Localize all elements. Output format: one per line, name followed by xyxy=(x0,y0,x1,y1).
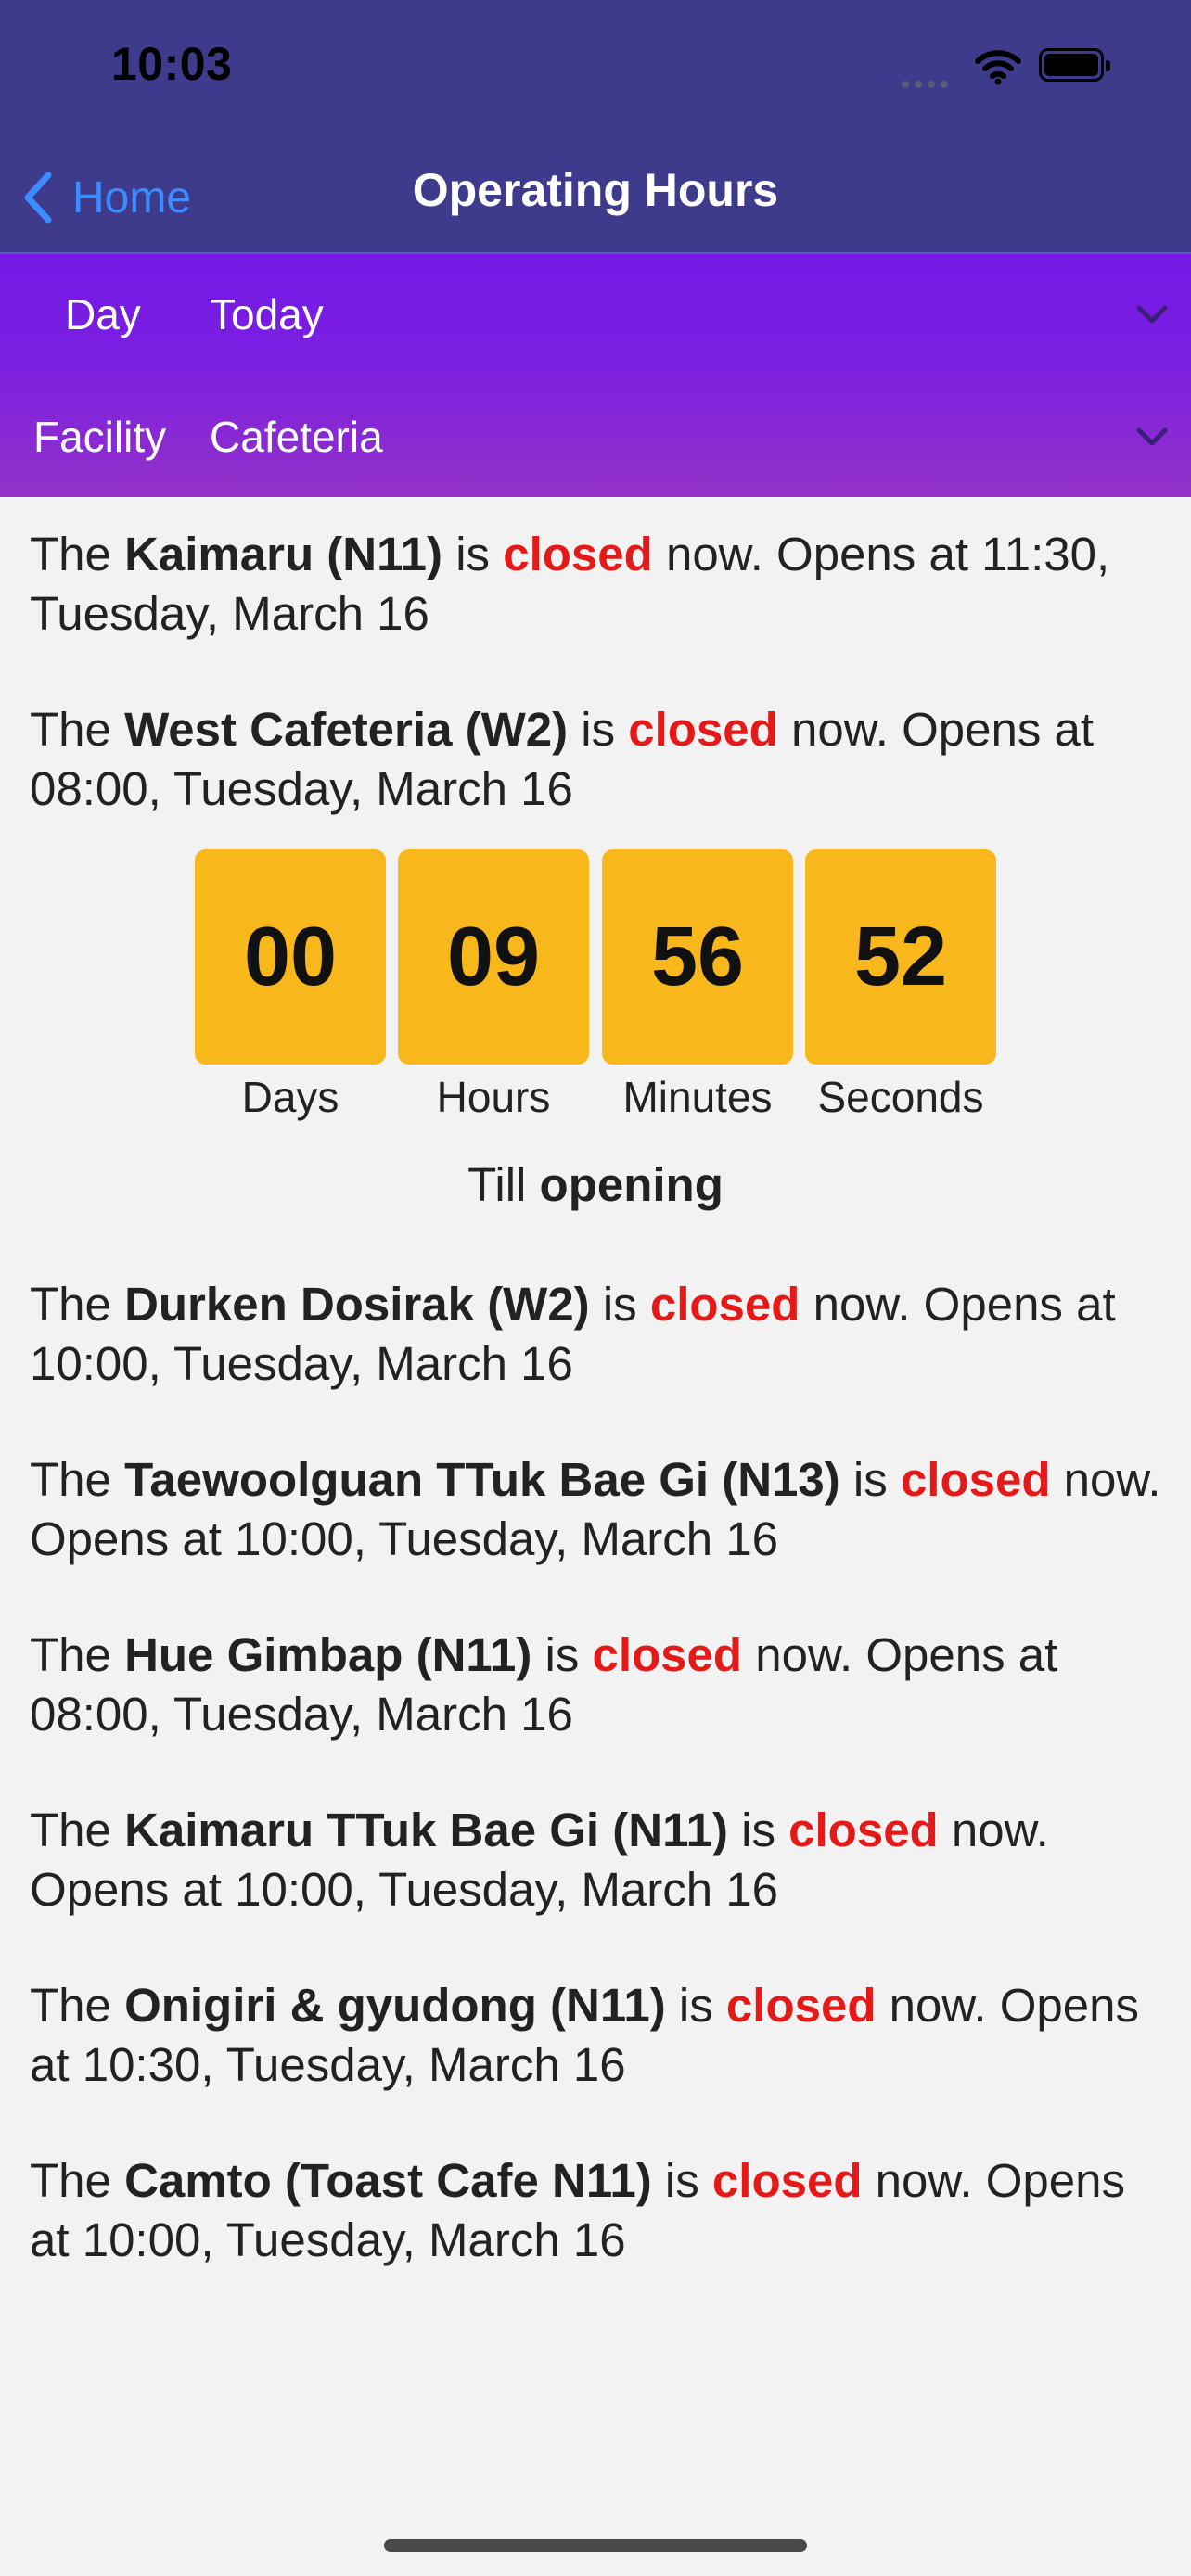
page-title: Operating Hours xyxy=(412,164,779,216)
minutes-label: Minutes xyxy=(622,1073,773,1121)
status-text: closed xyxy=(900,1453,1051,1506)
hours-value: 09 xyxy=(398,849,589,1065)
opening-time: 10:00, Tuesday, March 16 xyxy=(235,1863,779,1916)
facility-name: Onigiri & gyudong (N11) xyxy=(124,1979,666,2032)
status-text: closed xyxy=(711,2154,863,2207)
seconds-value: 52 xyxy=(805,849,996,1065)
chevron-down-icon xyxy=(1136,427,1168,446)
filter-panel: Day Today Facility Cafeteria xyxy=(0,254,1191,497)
day-selector[interactable]: Day Today xyxy=(0,254,1191,375)
list-item: The Kaimaru TTuk Bae Gi (N11) is closed … xyxy=(30,1804,1049,1916)
day-label: Day xyxy=(65,290,141,338)
opening-time: 08:00, Tuesday, March 16 xyxy=(30,762,573,815)
wifi-icon xyxy=(975,50,1021,85)
status-text: closed xyxy=(725,1979,877,2032)
cellular-signal-icon xyxy=(902,76,954,93)
navigation-bar: Home Operating Hours xyxy=(0,139,1191,254)
opening-time: 10:00, Tuesday, March 16 xyxy=(82,2213,626,2266)
status-text: closed xyxy=(788,1804,939,1856)
day-value: Today xyxy=(210,290,324,338)
facility-name: Hue Gimbap (N11) xyxy=(124,1628,532,1681)
list-item: The Camto (Toast Cafe N11) is closed now… xyxy=(30,2154,1125,2266)
list-item: The West Cafeteria (W2) is closed now. O… xyxy=(30,703,1095,815)
status-text: closed xyxy=(628,703,778,756)
facility-name: Kaimaru (N11) xyxy=(124,528,443,580)
facility-value: Cafeteria xyxy=(210,413,383,461)
days-value: 00 xyxy=(195,849,386,1065)
opening-time: 10:30, Tuesday, March 16 xyxy=(82,2038,626,2091)
opening-time: 10:00, Tuesday, March 16 xyxy=(30,1337,573,1390)
facility-name: Durken Dosirak (W2) xyxy=(124,1278,590,1331)
status-time: 10:03 xyxy=(111,38,233,90)
minutes-value: 56 xyxy=(602,849,793,1065)
facility-name: Taewoolguan TTuk Bae Gi (N13) xyxy=(124,1453,840,1506)
status-text: closed xyxy=(649,1278,800,1331)
facility-name: West Cafeteria (W2) xyxy=(124,703,569,756)
status-text: closed xyxy=(592,1628,743,1681)
hours-label: Hours xyxy=(436,1073,551,1121)
facility-label: Facility xyxy=(33,413,167,461)
days-label: Days xyxy=(241,1073,339,1121)
seconds-label: Seconds xyxy=(817,1073,984,1121)
battery-icon xyxy=(1039,48,1110,82)
till-opening-caption: Till opening xyxy=(467,1158,724,1211)
facility-name: Kaimaru TTuk Bae Gi (N11) xyxy=(124,1804,728,1856)
opening-time: 10:00, Tuesday, March 16 xyxy=(235,1512,779,1565)
facility-name: Camto (Toast Cafe N11) xyxy=(124,2154,652,2207)
home-indicator[interactable] xyxy=(384,2539,807,2552)
opening-time: 08:00, Tuesday, March 16 xyxy=(30,1688,573,1741)
list-item: The Taewoolguan TTuk Bae Gi (N13) is clo… xyxy=(30,1453,1161,1565)
status-text: closed xyxy=(503,528,653,580)
status-bar: 10:03 xyxy=(0,0,1191,139)
list-item: The Hue Gimbap (N11) is closed now. Open… xyxy=(30,1628,1058,1741)
list-item: The Kaimaru (N11) is closed now. Opens a… xyxy=(30,528,1110,640)
list-item: The Onigiri & gyudong (N11) is closed no… xyxy=(30,1979,1139,2091)
chevron-down-icon xyxy=(1136,305,1168,324)
list-item: The Durken Dosirak (W2) is closed now. O… xyxy=(30,1278,1116,1390)
facility-selector[interactable]: Facility Cafeteria xyxy=(0,376,1191,497)
